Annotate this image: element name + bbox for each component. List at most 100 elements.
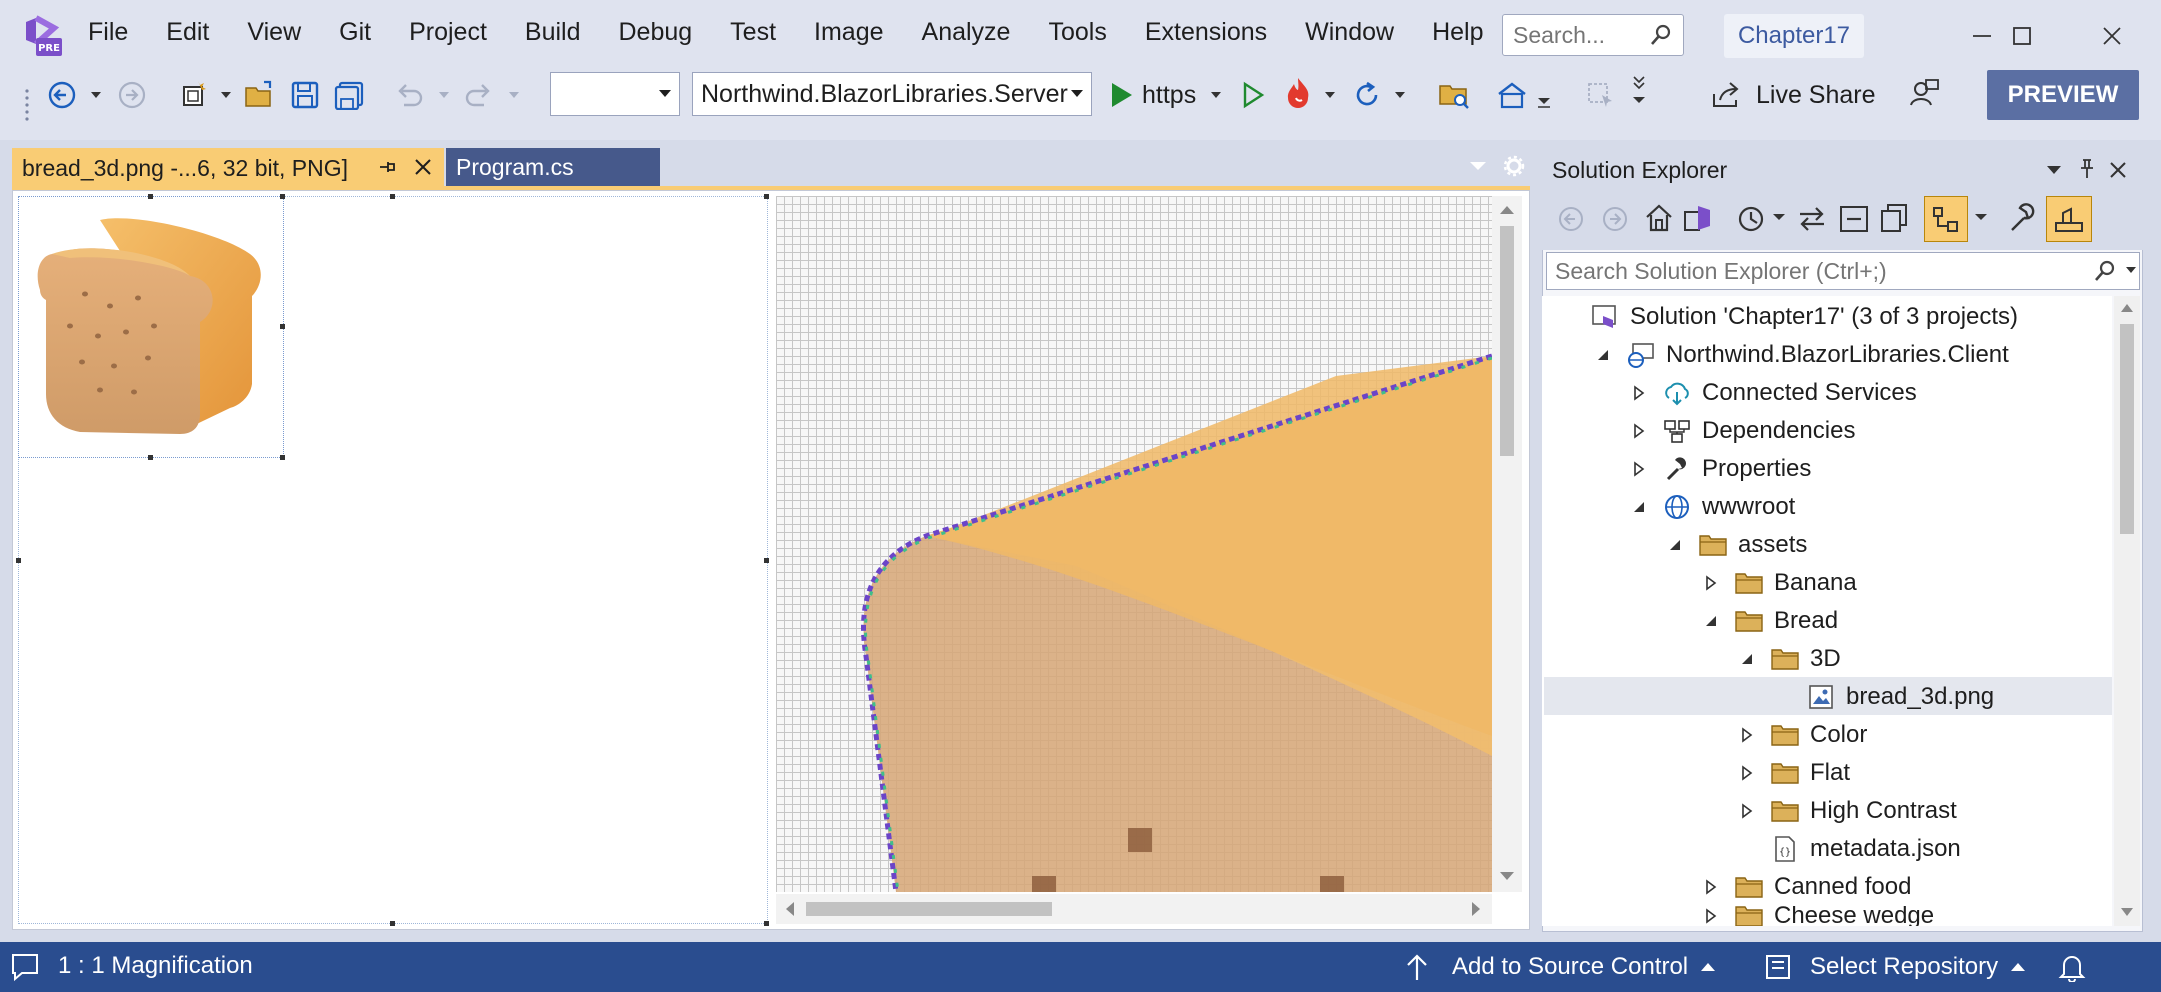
home-icon[interactable] xyxy=(1644,202,1674,234)
maximize-button[interactable] xyxy=(2002,18,2042,54)
zoom-vertical-scrollbar[interactable] xyxy=(1492,196,1522,892)
tree-node[interactable]: Cheese wedge xyxy=(1700,906,1934,926)
close-panel-icon[interactable] xyxy=(2108,160,2128,180)
tree-node[interactable]: assets xyxy=(1664,526,1807,564)
pin-panel-icon[interactable] xyxy=(2078,158,2096,180)
tree-node[interactable]: Color xyxy=(1736,716,1867,754)
resize-handle[interactable] xyxy=(280,324,285,329)
resize-handle[interactable] xyxy=(390,921,395,926)
tab-program-cs[interactable]: Program.cs xyxy=(446,148,660,186)
back-dropdown-button[interactable] xyxy=(88,76,104,114)
open-file-button[interactable] xyxy=(242,76,278,114)
scroll-up-icon[interactable] xyxy=(1499,204,1515,216)
run-profile-dropdown-button[interactable] xyxy=(1208,76,1224,114)
select-repository-button[interactable]: Select Repository xyxy=(1764,952,2026,982)
menu-git[interactable]: Git xyxy=(339,18,371,47)
menu-view[interactable]: View xyxy=(247,18,301,47)
tree-node[interactable]: {} metadata.json xyxy=(1736,830,1961,868)
expanded-arrow-icon[interactable] xyxy=(1700,610,1722,632)
resize-handle[interactable] xyxy=(280,455,285,460)
collapsed-arrow-icon[interactable] xyxy=(1700,572,1722,594)
toolbar-overflow-button[interactable] xyxy=(1626,72,1652,110)
startup-project-combo[interactable]: Northwind.BlazorLibraries.Server xyxy=(692,72,1092,116)
global-search[interactable] xyxy=(1502,14,1684,56)
status-feedback[interactable] xyxy=(10,952,58,982)
solution-explorer-search[interactable] xyxy=(1546,252,2140,290)
scroll-thumb[interactable] xyxy=(806,902,1052,916)
scroll-thumb[interactable] xyxy=(1500,226,1514,456)
menu-debug[interactable]: Debug xyxy=(619,18,693,47)
feedback-button[interactable] xyxy=(1906,74,1942,112)
scroll-left-icon[interactable] xyxy=(784,901,796,917)
menu-project[interactable]: Project xyxy=(409,18,487,47)
collapsed-arrow-icon[interactable] xyxy=(1628,420,1650,442)
collapsed-arrow-icon[interactable] xyxy=(1628,382,1650,404)
redo-dropdown-button[interactable] xyxy=(506,76,522,114)
expanded-arrow-icon[interactable] xyxy=(1736,648,1758,670)
hot-reload-dropdown-button[interactable] xyxy=(1322,76,1338,114)
resize-handle[interactable] xyxy=(764,558,769,563)
solution-explorer-search-input[interactable] xyxy=(1555,257,2075,285)
add-to-source-control-button[interactable]: Add to Source Control xyxy=(1404,952,1716,982)
scroll-up-icon[interactable] xyxy=(2120,302,2134,314)
live-share-button[interactable]: Live Share xyxy=(1710,80,1876,110)
tree-node[interactable]: Bread xyxy=(1700,602,1838,640)
refresh-dropdown-button[interactable] xyxy=(1392,76,1408,114)
tree-node[interactable]: Flat xyxy=(1736,754,1850,792)
new-item-dropdown-button[interactable] xyxy=(218,76,234,114)
chevron-down-icon[interactable] xyxy=(2125,265,2137,275)
menu-test[interactable]: Test xyxy=(730,18,776,47)
menu-edit[interactable]: Edit xyxy=(166,18,209,47)
preview-badge-button[interactable]: PREVIEW xyxy=(1987,70,2139,120)
pending-changes-filter-icon[interactable] xyxy=(1734,202,1768,236)
scroll-down-icon[interactable] xyxy=(1499,870,1515,882)
close-window-button[interactable] xyxy=(2092,18,2132,54)
resize-handle[interactable] xyxy=(764,194,769,199)
tab-bread-3d-png[interactable]: bread_3d.png -...6, 32 bit, PNG] xyxy=(12,148,444,188)
tree-node[interactable]: Solution 'Chapter17' (3 of 3 projects) xyxy=(1556,298,2018,336)
tracking-view-toggle[interactable] xyxy=(1924,196,1968,242)
scroll-down-icon[interactable] xyxy=(2120,906,2134,918)
tree-node[interactable]: Northwind.BlazorLibraries.Client xyxy=(1592,336,2009,374)
resize-handle[interactable] xyxy=(148,455,153,460)
collapsed-arrow-icon[interactable] xyxy=(1700,876,1722,898)
tree-node[interactable]: wwwroot xyxy=(1628,488,1795,526)
sync-with-active-document-icon[interactable] xyxy=(1796,204,1828,234)
solution-configuration-combo[interactable] xyxy=(550,72,680,116)
close-tab-icon[interactable] xyxy=(412,156,434,184)
browser-link-button[interactable] xyxy=(1494,76,1530,114)
tree-node[interactable]: Dependencies xyxy=(1628,412,1855,450)
menu-window[interactable]: Window xyxy=(1305,18,1394,47)
chevron-down-icon[interactable] xyxy=(1974,212,1988,222)
preview-selected-items-toggle[interactable] xyxy=(2046,196,2092,242)
minimize-button[interactable] xyxy=(1962,18,2002,54)
menu-tools[interactable]: Tools xyxy=(1048,18,1106,47)
forward-arrow-icon[interactable] xyxy=(1600,204,1630,234)
scroll-thumb[interactable] xyxy=(2120,324,2134,534)
panel-menu-chevron-icon[interactable] xyxy=(2046,164,2062,176)
tree-node[interactable]: Banana xyxy=(1700,564,1857,602)
resize-handle[interactable] xyxy=(390,194,395,199)
refresh-browser-button[interactable] xyxy=(1350,76,1384,114)
collapsed-arrow-icon[interactable] xyxy=(1628,458,1650,480)
undo-dropdown-button[interactable] xyxy=(436,76,452,114)
resize-handle[interactable] xyxy=(16,558,21,563)
expanded-arrow-icon[interactable] xyxy=(1592,344,1614,366)
pin-tab-icon[interactable] xyxy=(376,156,398,184)
solution-tree-scrollbar[interactable] xyxy=(2114,296,2140,926)
undo-button[interactable] xyxy=(392,76,426,114)
notifications-button[interactable] xyxy=(2058,952,2086,982)
tree-node[interactable]: bread_3d.png xyxy=(1772,678,1994,716)
search-icon[interactable] xyxy=(2093,259,2117,283)
expanded-arrow-icon[interactable] xyxy=(1628,496,1650,518)
collapsed-arrow-icon[interactable] xyxy=(1736,724,1758,746)
toolbar-grip-icon[interactable] xyxy=(22,86,32,124)
resize-handle[interactable] xyxy=(148,194,153,199)
redo-button[interactable] xyxy=(462,76,496,114)
navigate-forward-button[interactable] xyxy=(114,76,150,114)
tree-node[interactable]: 3D xyxy=(1736,640,1841,678)
menu-image[interactable]: Image xyxy=(814,18,883,47)
navigate-back-button[interactable] xyxy=(44,76,80,114)
resize-handle[interactable] xyxy=(764,921,769,926)
menu-build[interactable]: Build xyxy=(525,18,581,47)
